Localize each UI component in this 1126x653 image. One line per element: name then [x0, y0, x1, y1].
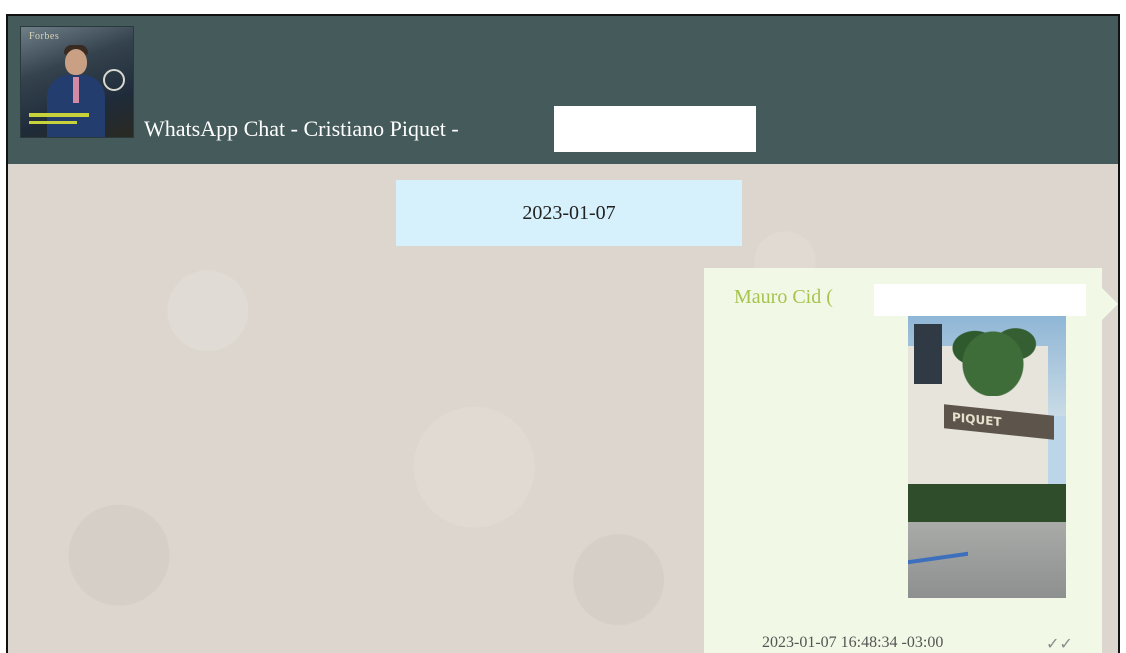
redaction-box [554, 106, 756, 152]
bubble-tail [1102, 288, 1118, 320]
double-check-icon: ✓✓ [1046, 634, 1073, 653]
avatar-badge [103, 69, 125, 91]
avatar-head [65, 49, 87, 75]
photo-window [914, 324, 942, 384]
photo-palm [948, 316, 1038, 396]
chat-header: Forbes WhatsApp Chat - Cristiano Piquet … [8, 16, 1118, 164]
chat-title: WhatsApp Chat - Cristiano Piquet - [144, 116, 459, 141]
message-sender: Mauro Cid ( [734, 286, 833, 308]
chat-export-window: Forbes WhatsApp Chat - Cristiano Piquet … [6, 14, 1120, 653]
avatar-magazine-title: Forbes [29, 31, 60, 42]
date-chip: 2023-01-07 [396, 180, 742, 246]
message-timestamp: 2023-01-07 16:48:34 -03:00 [762, 634, 944, 651]
message-bubble[interactable]: Mauro Cid ( PIQUET 2023-01-07 16:48:34 -… [704, 268, 1102, 653]
avatar-strip [29, 113, 89, 117]
avatar-strip [29, 121, 77, 124]
image-attachment-icon[interactable]: PIQUET [908, 316, 1066, 598]
avatar-tie [73, 77, 79, 103]
photo-hedge [908, 484, 1066, 524]
contact-avatar-icon[interactable]: Forbes [20, 26, 134, 138]
chat-area[interactable]: 2023-01-07 Mauro Cid ( PIQUET 2023-01-07… [8, 164, 1118, 653]
redaction-box [874, 284, 1086, 316]
